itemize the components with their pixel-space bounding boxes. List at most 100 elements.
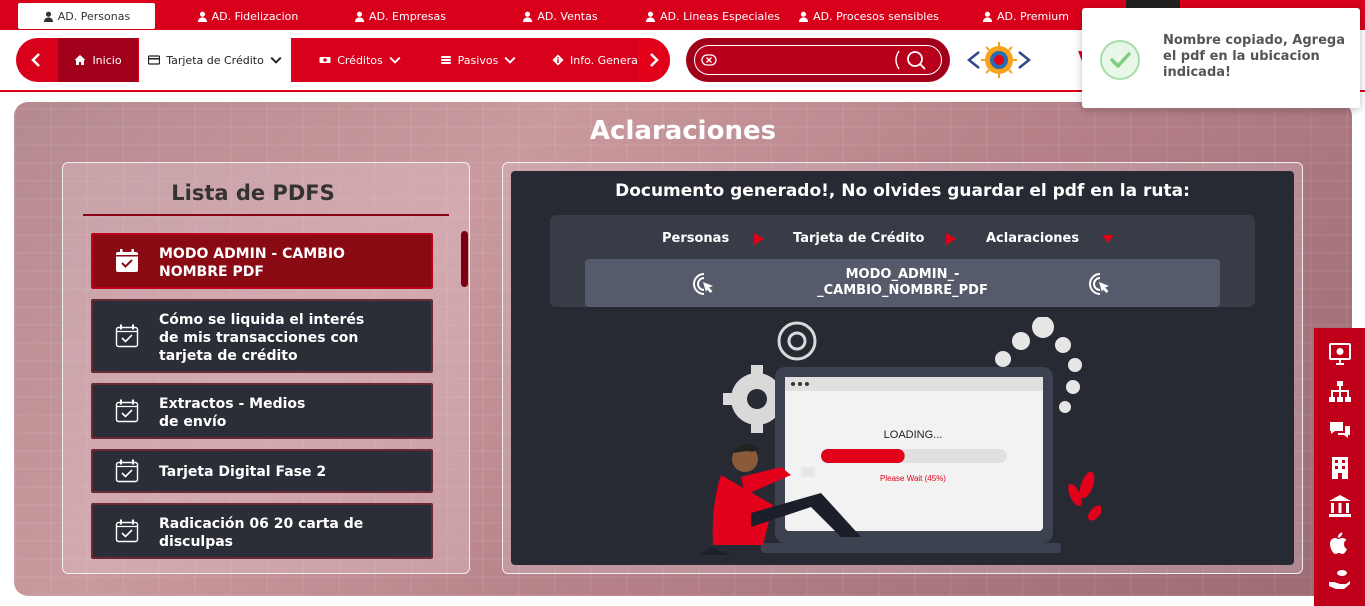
bank-icon[interactable] [1328,494,1352,518]
nav-pasivos[interactable]: Pasivos [434,38,522,82]
top-tab-label: AD. Ventas [537,9,598,23]
click-pointer-icon[interactable] [1087,271,1113,297]
nav-prev-button[interactable] [16,38,56,82]
page-title: Aclaraciones [589,116,777,146]
nav-info-general[interactable]: Info. General [552,38,642,82]
chevron-down-icon [504,56,516,64]
nav-next-button[interactable] [638,38,670,82]
presentation-icon[interactable] [1328,342,1352,366]
calendar-check-icon [115,519,139,543]
nav-pill: Inicio Tarjeta de Crédito Créditos Pasiv… [16,38,670,82]
user-icon [982,11,993,22]
pdf-item-tarjeta-digital[interactable]: Tarjeta Digital Fase 2 [91,449,433,493]
nav-creditos[interactable]: Créditos [312,38,408,82]
route-step-aclaraciones: Aclaraciones [986,231,1080,246]
pdf-item-label: Radicación 06 20 carta de disculpas [159,516,364,550]
pdf-item-label: Cómo se liquida el interés de mis transa… [159,312,365,364]
top-tab-label: AD. Fidelizacion [211,9,299,23]
pdf-item-extractos[interactable]: Extractos - Medios de envío [91,383,433,439]
top-tab-ventas[interactable]: AD. Ventas [515,3,605,29]
search-container [686,38,950,82]
top-tab-personas[interactable]: AD. Personas [18,3,155,29]
success-check-icon [1100,40,1140,80]
pdf-list-scrollbar[interactable] [461,231,468,287]
search-field [694,45,942,75]
brand-logo-icon [966,42,1032,78]
coins-icon [440,56,451,64]
chevron-right-icon [650,53,659,67]
leaf-decoration-icon [1068,471,1101,521]
pdf-item-label: MODO ADMIN - CAMBIO NOMBRE PDF [159,246,345,280]
pdf-list-panel: Lista de PDFS MODO ADMIN - CAMBIO NOMBRE… [62,162,470,574]
search-input[interactable] [725,50,885,70]
nav-info-label: Info. General [570,53,641,67]
progress-fill [821,449,905,463]
toast-notification: Nombre copiado, Agrega el pdf en la ubic… [1082,8,1360,108]
chat-icon[interactable] [1328,418,1352,442]
top-tab-premium[interactable]: AD. Premium [978,3,1073,29]
money-icon [319,57,331,63]
info-diamond-icon [552,54,564,66]
main-content: Aclaraciones Lista de PDFS MODO ADMIN - … [14,102,1352,596]
org-chart-icon[interactable] [1328,380,1352,404]
route-arrow-icon [946,233,956,245]
route-dropdown-icon[interactable] [1102,235,1114,243]
pdf-item-radicacion[interactable]: Radicación 06 20 carta de disculpas [91,503,433,559]
top-tab-label: AD. Personas [57,9,131,23]
home-icon [74,55,86,65]
user-icon [197,11,207,22]
calendar-check-icon [115,324,139,348]
gear-small-icon [777,321,817,361]
top-bar-dark-strip [1126,0,1180,8]
building-icon[interactable] [1328,456,1352,480]
top-tab-label: AD. Premium [997,9,1069,23]
search-icon[interactable] [891,49,929,71]
title-divider [83,214,449,216]
calendar-check-icon [115,399,139,423]
chevron-down-icon [389,56,401,64]
credit-card-icon [148,55,161,65]
nav-pasivos-label: Pasivos [457,53,499,67]
top-tab-label: AD. Lineas Especiales [660,9,780,23]
top-tab-label: AD. Procesos sensibles [813,9,939,23]
top-tab-lineas-especiales[interactable]: AD. Lineas Especiales [645,3,780,29]
nav-inicio-label: Inicio [92,53,122,67]
calendar-check-icon [116,249,138,272]
top-tab-label: AD. Empresas [369,9,446,23]
generated-filename: MODO_ADMIN_- _CAMBIO_NOMBRE_PDF [817,267,988,298]
route-step-personas: Personas [662,231,730,246]
pdf-item-modo-admin[interactable]: MODO ADMIN - CAMBIO NOMBRE PDF [91,233,433,289]
pdf-list-title: Lista de PDFS [171,181,335,205]
apple-icon[interactable] [1328,532,1352,556]
nav-tarjeta-credito[interactable]: Tarjeta de Crédito [139,38,291,82]
user-icon [646,11,656,22]
document-panel-inner: Documento generado!, No olvides guardar … [511,171,1294,565]
save-route-box: Personas Tarjeta de Crédito Aclaraciones… [550,215,1255,307]
loading-text: LOADING... [884,429,943,441]
please-wait-text: Please Wait (45%) [880,474,946,483]
top-tab-procesos-sensibles[interactable]: AD. Procesos sensibles [796,3,941,29]
pdf-item-label: Tarjeta Digital Fase 2 [159,464,327,480]
user-icon [523,11,533,22]
nav-inicio[interactable]: Inicio [58,38,138,82]
pdf-item-liquidacion-interes[interactable]: Cómo se liquida el interés de mis transa… [91,299,433,373]
clear-icon[interactable] [701,52,717,68]
user-icon [43,11,53,22]
nav-creditos-label: Créditos [337,53,383,67]
top-tab-fidelizacion[interactable]: AD. Fidelizacion [190,3,305,29]
route-step-tarjeta: Tarjeta de Crédito [793,231,925,246]
chevron-left-icon [31,53,40,67]
document-generated-title: Documento generado!, No olvides guardar … [615,181,1190,201]
toast-message: Nombre copiado, Agrega el pdf en la ubic… [1163,33,1345,80]
document-panel: Documento generado!, No olvides guardar … [502,162,1303,574]
top-tab-empresas[interactable]: AD. Empresas [350,3,450,29]
route-arrow-icon [754,233,764,245]
user-icon [354,11,365,22]
quick-access-sidebar [1314,328,1365,606]
nav-tarjeta-label: Tarjeta de Crédito [166,53,264,67]
user-icon [799,11,809,22]
hand-coins-icon[interactable] [1328,568,1352,592]
filename-copy-box[interactable]: MODO_ADMIN_- _CAMBIO_NOMBRE_PDF [585,259,1220,307]
pdf-item-label: Extractos - Medios de envío [159,396,306,430]
chevron-down-icon [270,56,282,64]
